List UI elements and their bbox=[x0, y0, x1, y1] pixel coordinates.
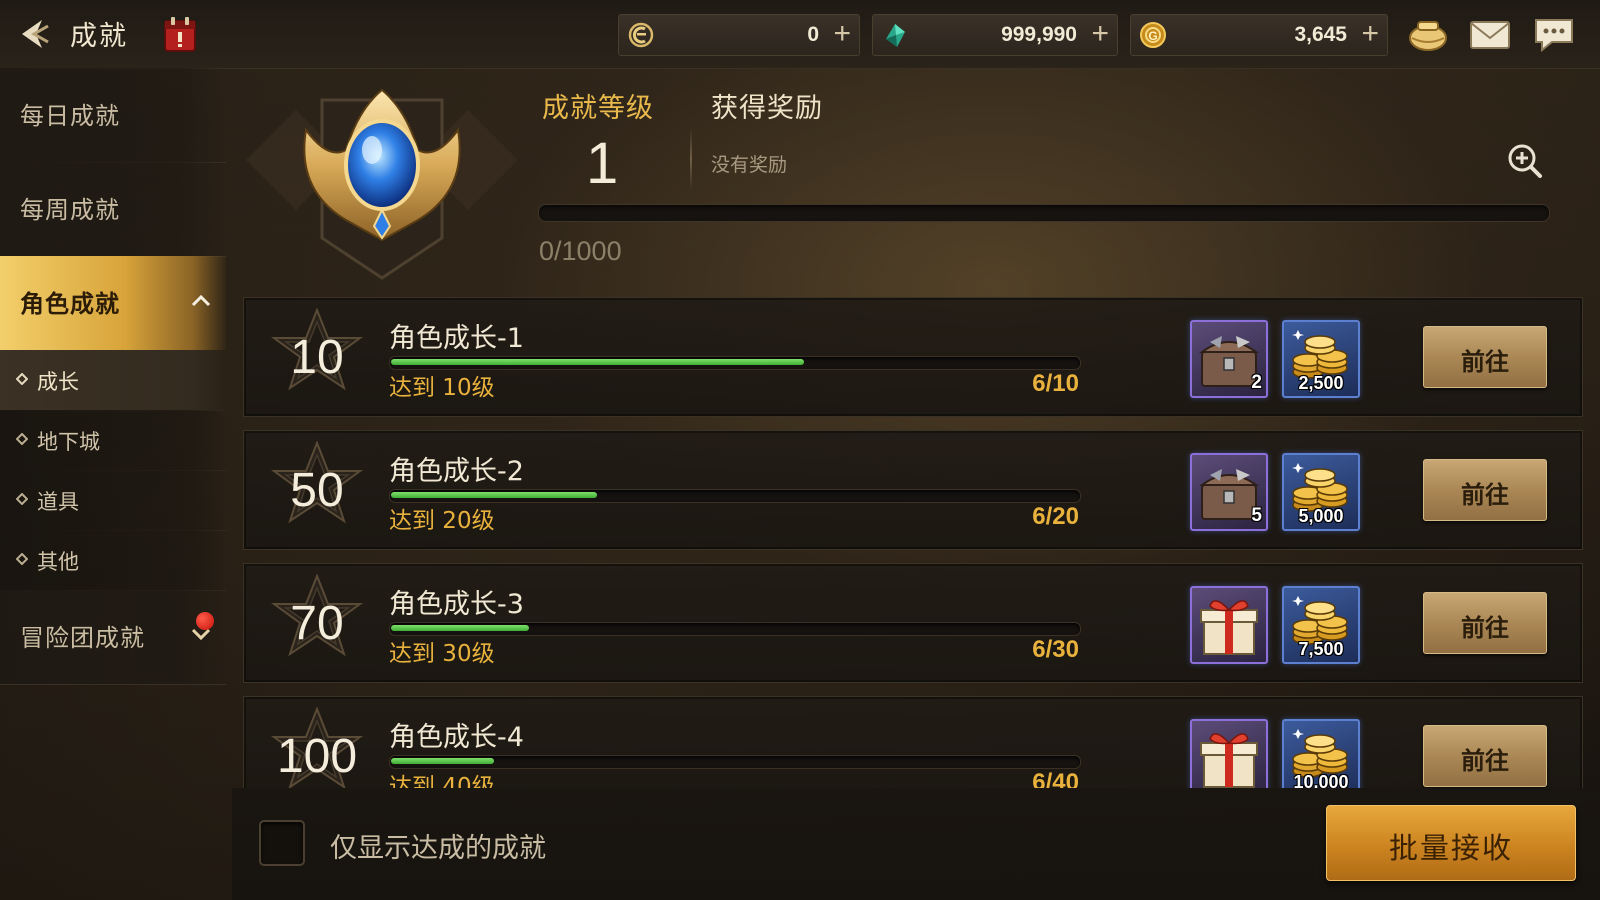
go-button[interactable]: 前往 bbox=[1423, 459, 1547, 521]
show-completed-checkbox[interactable] bbox=[259, 820, 305, 866]
reward-item[interactable]: 5 bbox=[1190, 453, 1268, 531]
reward-quantity: 5 bbox=[1251, 505, 1262, 526]
reward-quantity: 2,500 bbox=[1298, 373, 1344, 393]
reward-item[interactable]: 2 bbox=[1190, 320, 1268, 398]
reward-item[interactable]: 10,000 bbox=[1282, 719, 1360, 788]
show-completed-label: 仅显示达成的成就 bbox=[330, 833, 546, 864]
achievement-row: 70 角色成长-3 达到 30级 6/30 7,500 前往 bbox=[243, 563, 1583, 683]
achievement-progress-fill bbox=[391, 492, 597, 498]
achievement-description: 达到 20级 bbox=[389, 508, 495, 534]
achievement-progress-fill bbox=[391, 625, 529, 631]
achievement-name: 角色成长-2 bbox=[389, 456, 524, 487]
reward-item[interactable] bbox=[1190, 719, 1268, 788]
achievement-name: 角色成长-1 bbox=[389, 323, 524, 354]
reward-item[interactable]: 2,500 bbox=[1282, 320, 1360, 398]
achievement-name: 角色成长-3 bbox=[389, 589, 524, 620]
gift-box-icon bbox=[1200, 733, 1258, 788]
go-button-label: 前往 bbox=[1461, 348, 1509, 376]
reward-item[interactable]: 7,500 bbox=[1282, 586, 1360, 664]
achievement-description: 达到 10级 bbox=[389, 375, 495, 401]
reward-quantity: 7,500 bbox=[1298, 639, 1344, 659]
go-button-label: 前往 bbox=[1461, 481, 1509, 509]
go-button[interactable]: 前往 bbox=[1423, 725, 1547, 787]
achievement-points: 10 bbox=[290, 331, 344, 384]
achievement-points: 70 bbox=[290, 597, 344, 650]
achievement-row: 10 角色成长-1 达到 10级 6/10 2 2,500 前往 bbox=[243, 297, 1583, 417]
gift-box-icon bbox=[1200, 600, 1258, 655]
reward-quantity: 10,000 bbox=[1293, 772, 1349, 788]
batch-receive-label: 批量接收 bbox=[1388, 831, 1513, 865]
achievement-name: 角色成长-4 bbox=[389, 722, 524, 753]
achievement-progress-text: 6/40 bbox=[1032, 769, 1079, 788]
achievement-description: 达到 30级 bbox=[389, 641, 495, 667]
reward-quantity: 5,000 bbox=[1298, 506, 1344, 526]
achievement-progress-fill bbox=[391, 758, 494, 764]
go-button[interactable]: 前往 bbox=[1423, 326, 1547, 388]
achievement-row: 50 角色成长-2 达到 20级 6/20 5 5,000 前往 bbox=[243, 430, 1583, 550]
go-button-label: 前往 bbox=[1461, 614, 1509, 642]
achievement-points: 100 bbox=[276, 730, 358, 783]
achievements-screen: 成就 0 + 999,990 + G 3,645 + 每日成就 每周成就 角色成… bbox=[0, 0, 1600, 900]
achievement-progress-text: 6/10 bbox=[1032, 370, 1079, 397]
go-button[interactable]: 前往 bbox=[1423, 592, 1547, 654]
reward-quantity: 2 bbox=[1251, 372, 1262, 393]
achievement-progress-text: 6/20 bbox=[1032, 503, 1079, 530]
achievement-progress-text: 6/30 bbox=[1032, 636, 1079, 663]
achievement-description: 达到 40级 bbox=[389, 774, 495, 788]
achievement-points: 50 bbox=[290, 464, 344, 517]
achievement-list[interactable]: 10 角色成长-1 达到 10级 6/10 2 2,500 前往 50 角色成长-2 达到 20级… bbox=[0, 0, 1600, 788]
reward-item[interactable]: 5,000 bbox=[1282, 453, 1360, 531]
achievement-row: 100 角色成长-4 达到 40级 6/40 10,000 前往 bbox=[243, 696, 1583, 788]
reward-item[interactable] bbox=[1190, 586, 1268, 664]
go-button-label: 前往 bbox=[1461, 747, 1509, 775]
batch-receive-button[interactable]: 批量接收 bbox=[1326, 805, 1576, 881]
achievement-progress-fill bbox=[391, 359, 804, 365]
